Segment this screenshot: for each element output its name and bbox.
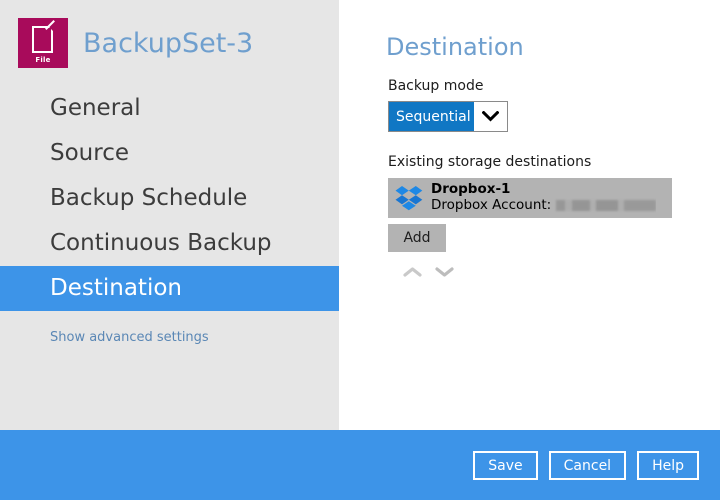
save-button[interactable]: Save (473, 451, 538, 480)
sidebar-item-backup-schedule[interactable]: Backup Schedule (0, 176, 339, 221)
brand: File BackupSet-3 (18, 18, 253, 68)
sidebar-item-continuous-backup[interactable]: Continuous Backup (0, 221, 339, 266)
sidebar: File BackupSet-3 General Source Backup S… (0, 0, 339, 430)
destination-name: Dropbox-1 (431, 182, 511, 198)
sidebar-item-general[interactable]: General (0, 86, 339, 131)
sidebar-item-source[interactable]: Source (0, 131, 339, 176)
destination-account-value-redacted (556, 200, 657, 212)
destination-details: Dropbox-1 Dropbox Account: (431, 182, 657, 214)
destination-account-label: Dropbox Account: (431, 197, 552, 213)
dropbox-icon (394, 183, 424, 213)
table-row[interactable]: Dropbox-1 Dropbox Account: (388, 178, 672, 218)
add-destination-button[interactable]: Add (388, 224, 446, 252)
reorder-controls (396, 266, 460, 278)
app-icon-caption: File (35, 56, 51, 64)
file-document-icon: File (18, 18, 68, 68)
chevron-down-icon[interactable] (474, 102, 507, 131)
main-panel: Destination Backup mode Sequential Exist… (339, 0, 720, 430)
sidebar-item-destination[interactable]: Destination (0, 266, 339, 311)
footer-bar: Save Cancel Help (0, 430, 720, 500)
page-title: BackupSet-3 (83, 27, 254, 59)
chevron-up-icon[interactable] (396, 266, 428, 278)
cancel-button[interactable]: Cancel (548, 451, 627, 480)
backup-mode-select[interactable]: Sequential (388, 101, 508, 132)
panel-title: Destination (386, 33, 524, 61)
existing-destinations-label: Existing storage destinations (388, 154, 592, 170)
chevron-down-icon[interactable] (428, 266, 460, 278)
footer-buttons: Save Cancel Help (473, 451, 699, 480)
help-button[interactable]: Help (637, 451, 699, 480)
show-advanced-settings-link[interactable]: Show advanced settings (50, 330, 209, 345)
destination-account: Dropbox Account: (431, 197, 657, 214)
backup-mode-label: Backup mode (388, 78, 484, 94)
sidebar-nav: General Source Backup Schedule Continuou… (0, 86, 339, 311)
backup-mode-value: Sequential (389, 102, 474, 131)
